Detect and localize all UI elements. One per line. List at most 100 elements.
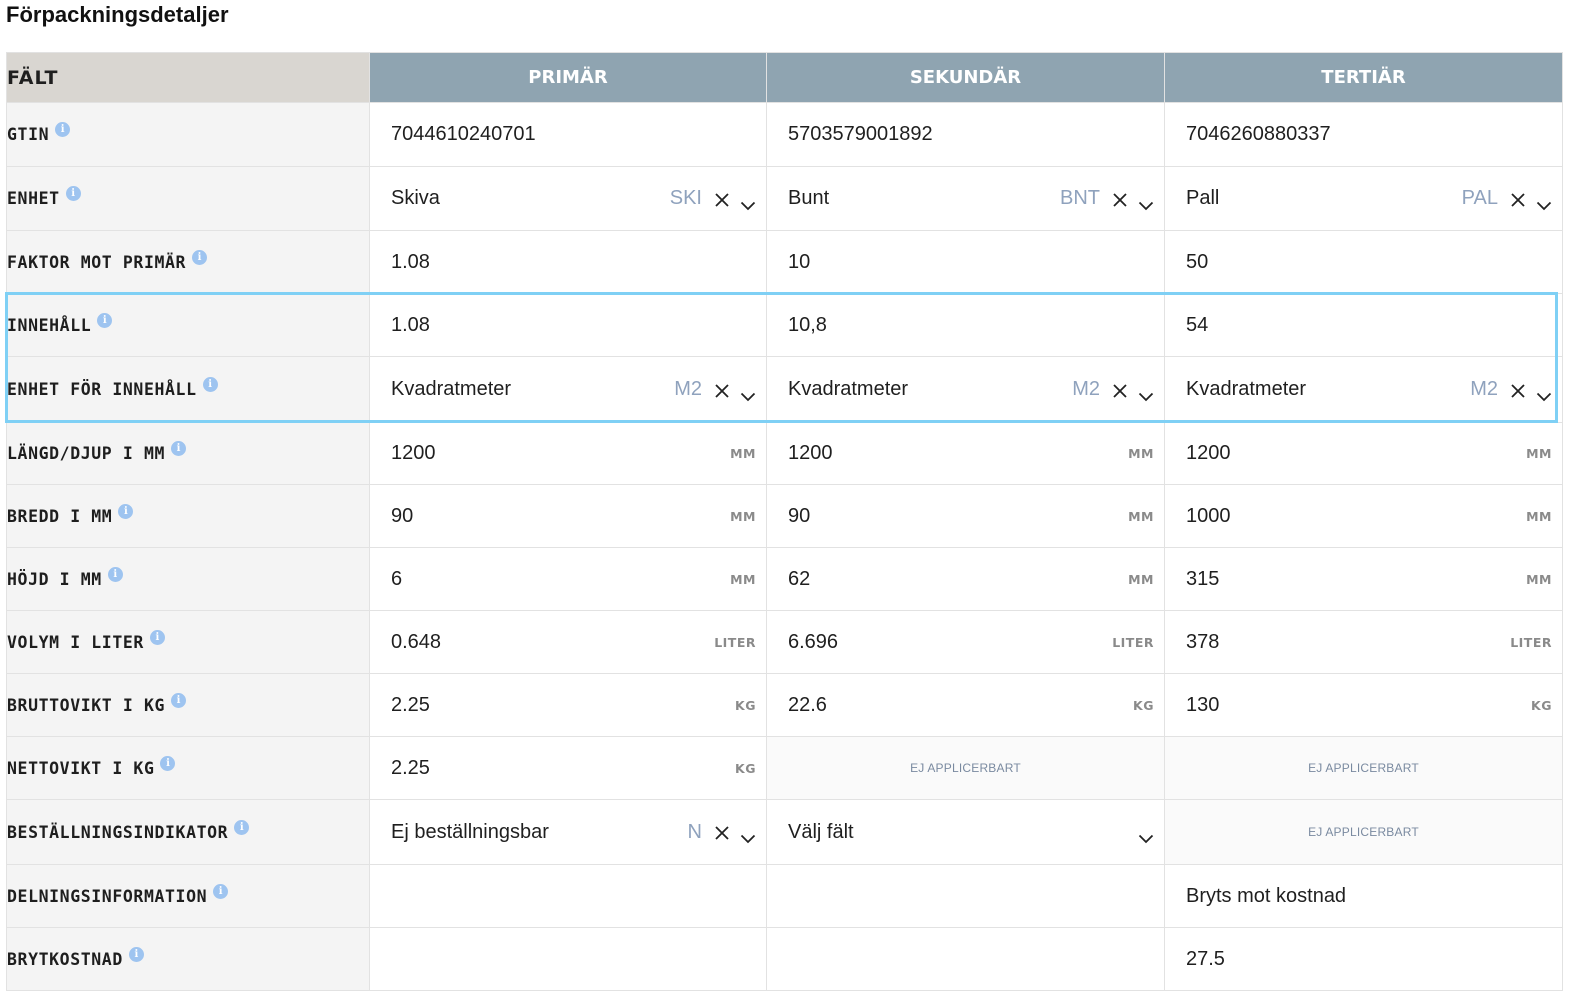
- value-cell-tertiary[interactable]: 7046260880337: [1164, 102, 1563, 167]
- value-cell-primary[interactable]: 90 MM: [369, 484, 767, 548]
- chevron-down-icon[interactable]: [740, 385, 756, 401]
- value-cell-tertiary[interactable]: Pall PAL: [1164, 166, 1563, 231]
- value-cell-tertiary[interactable]: 1200 MM: [1164, 422, 1563, 485]
- value-input[interactable]: 7044610240701: [391, 123, 756, 146]
- info-icon[interactable]: i: [97, 312, 113, 328]
- value-cell-tertiary[interactable]: 54: [1164, 293, 1563, 357]
- value-cell-tertiary[interactable]: 27.5: [1164, 927, 1563, 991]
- select-placeholder[interactable]: Välj fält: [788, 821, 1138, 844]
- info-icon[interactable]: i: [160, 755, 176, 771]
- select-value[interactable]: Kvadratmeter: [788, 378, 1072, 401]
- select-value[interactable]: Skiva: [391, 187, 670, 210]
- value-cell-tertiary[interactable]: 1000 MM: [1164, 484, 1563, 548]
- value-cell-primary[interactable]: Skiva SKI: [369, 166, 767, 231]
- select-value[interactable]: Kvadratmeter: [1186, 378, 1470, 401]
- info-icon[interactable]: i: [65, 186, 81, 201]
- select-value[interactable]: Pall: [1186, 187, 1462, 210]
- value-input[interactable]: 6: [391, 568, 730, 591]
- info-icon[interactable]: i: [171, 441, 187, 456]
- value-cell-secondary[interactable]: 62 MM: [766, 547, 1165, 611]
- value-cell-tertiary[interactable]: Kvadratmeter M2: [1164, 356, 1563, 423]
- value-input[interactable]: 5703579001892: [788, 123, 1154, 146]
- chevron-down-icon[interactable]: [1536, 194, 1552, 210]
- info-icon[interactable]: i: [118, 503, 134, 519]
- value-input[interactable]: 1000: [1186, 505, 1526, 528]
- value-input[interactable]: 2.25: [391, 757, 735, 780]
- select-value[interactable]: Bunt: [788, 187, 1060, 210]
- clear-icon[interactable]: [714, 382, 730, 398]
- chevron-down-icon[interactable]: [1536, 385, 1552, 401]
- clear-icon[interactable]: [1112, 191, 1128, 207]
- value-input[interactable]: 10,8: [788, 314, 1154, 337]
- value-input[interactable]: 50: [1186, 251, 1552, 274]
- info-icon[interactable]: i: [213, 883, 229, 899]
- info-icon[interactable]: i: [128, 946, 144, 962]
- value-input[interactable]: 378: [1186, 631, 1510, 654]
- value-input[interactable]: 1200: [1186, 442, 1526, 465]
- value-cell-secondary[interactable]: 10: [766, 230, 1165, 294]
- info-icon[interactable]: i: [55, 122, 71, 137]
- value-cell-primary[interactable]: 2.25 KG: [369, 736, 767, 800]
- value-input[interactable]: 1200: [391, 442, 730, 465]
- value-cell-primary[interactable]: 6 MM: [369, 547, 767, 611]
- value-cell-secondary[interactable]: 5703579001892: [766, 102, 1165, 167]
- value-input[interactable]: 130: [1186, 694, 1531, 717]
- value-cell-secondary[interactable]: 10,8: [766, 293, 1165, 357]
- info-icon[interactable]: i: [149, 629, 165, 645]
- value-cell-secondary[interactable]: [766, 927, 1165, 991]
- info-icon[interactable]: i: [202, 377, 218, 392]
- value-cell-primary[interactable]: Kvadratmeter M2: [369, 356, 767, 423]
- info-icon[interactable]: i: [192, 249, 208, 265]
- value-cell-tertiary[interactable]: 130 KG: [1164, 673, 1563, 737]
- value-cell-secondary[interactable]: Kvadratmeter M2: [766, 356, 1165, 423]
- chevron-down-icon[interactable]: [740, 194, 756, 210]
- info-icon[interactable]: i: [234, 819, 250, 835]
- clear-icon[interactable]: [714, 191, 730, 207]
- clear-icon[interactable]: [1510, 382, 1526, 398]
- value-cell-secondary[interactable]: [766, 864, 1165, 928]
- value-input[interactable]: Bryts mot kostnad: [1186, 885, 1552, 908]
- value-cell-secondary[interactable]: 1200 MM: [766, 422, 1165, 485]
- value-cell-secondary[interactable]: 6.696 LITER: [766, 610, 1165, 674]
- value-input[interactable]: 10: [788, 251, 1154, 274]
- value-cell-tertiary[interactable]: Bryts mot kostnad: [1164, 864, 1563, 928]
- value-input[interactable]: 1.08: [391, 251, 756, 274]
- value-input[interactable]: 22.6: [788, 694, 1133, 717]
- value-cell-tertiary[interactable]: 378 LITER: [1164, 610, 1563, 674]
- value-cell-tertiary[interactable]: 50: [1164, 230, 1563, 294]
- value-cell-secondary[interactable]: Välj fält: [766, 799, 1165, 865]
- value-cell-primary[interactable]: 0.648 LITER: [369, 610, 767, 674]
- select-value[interactable]: Kvadratmeter: [391, 378, 674, 401]
- value-input[interactable]: 2.25: [391, 694, 735, 717]
- value-cell-secondary[interactable]: Bunt BNT: [766, 166, 1165, 231]
- value-input[interactable]: 7046260880337: [1186, 123, 1552, 146]
- value-cell-tertiary[interactable]: 315 MM: [1164, 547, 1563, 611]
- select-value[interactable]: Ej beställningsbar: [391, 821, 688, 844]
- value-input[interactable]: 1.08: [391, 314, 756, 337]
- value-cell-primary[interactable]: [369, 927, 767, 991]
- value-input[interactable]: 0.648: [391, 631, 714, 654]
- value-cell-primary[interactable]: 1200 MM: [369, 422, 767, 485]
- value-cell-primary[interactable]: [369, 864, 767, 928]
- value-cell-secondary[interactable]: 22.6 KG: [766, 673, 1165, 737]
- chevron-down-icon[interactable]: [1138, 385, 1154, 401]
- value-cell-primary[interactable]: 7044610240701: [369, 102, 767, 167]
- clear-icon[interactable]: [714, 824, 730, 840]
- value-cell-primary[interactable]: 1.08: [369, 230, 767, 294]
- clear-icon[interactable]: [1510, 191, 1526, 207]
- value-input[interactable]: 6.696: [788, 631, 1112, 654]
- value-input[interactable]: 90: [391, 505, 730, 528]
- value-cell-primary[interactable]: 1.08: [369, 293, 767, 357]
- value-cell-primary[interactable]: 2.25 KG: [369, 673, 767, 737]
- chevron-down-icon[interactable]: [1138, 194, 1154, 210]
- info-icon[interactable]: i: [107, 566, 123, 582]
- value-input[interactable]: 90: [788, 505, 1128, 528]
- value-cell-secondary[interactable]: 90 MM: [766, 484, 1165, 548]
- value-input[interactable]: 315: [1186, 568, 1526, 591]
- value-input[interactable]: 27.5: [1186, 948, 1552, 971]
- chevron-down-icon[interactable]: [1138, 827, 1154, 844]
- value-cell-primary[interactable]: Ej beställningsbar N: [369, 799, 767, 865]
- chevron-down-icon[interactable]: [740, 827, 756, 844]
- clear-icon[interactable]: [1112, 382, 1128, 398]
- value-input[interactable]: 54: [1186, 314, 1552, 337]
